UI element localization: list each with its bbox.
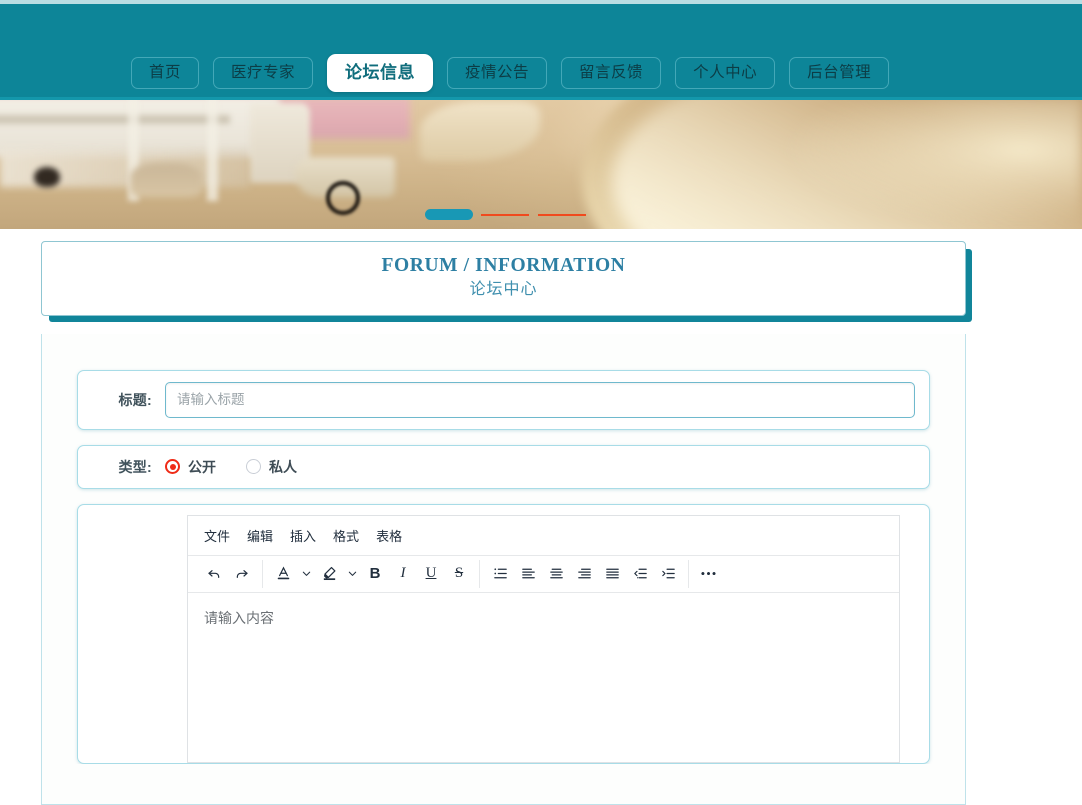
- editor-menu-file[interactable]: 文件: [198, 523, 236, 548]
- panel-bottom-spacer: [42, 763, 965, 804]
- redo-icon[interactable]: [228, 561, 256, 587]
- main-navbar: 首页 医疗专家 论坛信息 疫情公告 留言反馈 个人中心 后台管理: [0, 4, 1082, 97]
- page-body: FORUM / INFORMATION 论坛中心 标题: 类型: 公开 私人: [0, 229, 1082, 805]
- hero-banner-carousel[interactable]: [0, 97, 1082, 229]
- page-title-wrap: FORUM / INFORMATION 论坛中心: [0, 229, 1082, 316]
- carousel-dot-2[interactable]: [481, 213, 529, 216]
- forum-post-form-panel: 标题: 类型: 公开 私人 文件 编: [41, 333, 966, 805]
- underline-icon[interactable]: U: [417, 561, 445, 587]
- editor-menu-format[interactable]: 格式: [327, 523, 365, 548]
- nav-tab-epidemic-notice[interactable]: 疫情公告: [447, 56, 548, 90]
- form-row-title: 标题:: [77, 369, 930, 430]
- radio-label-private: 私人: [269, 458, 297, 475]
- content-label-spacer: [92, 515, 187, 763]
- carousel-indicator[interactable]: [425, 209, 595, 220]
- align-justify-icon[interactable]: [598, 561, 626, 587]
- radio-label-public: 公开: [188, 458, 216, 475]
- form-row-type: 类型: 公开 私人: [77, 444, 930, 489]
- editor-toolbar: B I U S •••: [188, 555, 899, 593]
- nav-tab-admin[interactable]: 后台管理: [789, 56, 890, 90]
- outdent-icon[interactable]: [626, 561, 654, 587]
- nav-tab-feedback[interactable]: 留言反馈: [561, 56, 662, 90]
- page-title-en: FORUM / INFORMATION: [381, 255, 626, 276]
- underline-glyph: U: [425, 565, 437, 582]
- carousel-dot-active[interactable]: [425, 209, 473, 220]
- align-center-icon[interactable]: [542, 561, 570, 587]
- editor-menu-edit[interactable]: 编辑: [241, 523, 279, 548]
- undo-icon[interactable]: [200, 561, 228, 587]
- align-right-icon[interactable]: [570, 561, 598, 587]
- italic-glyph: I: [400, 565, 406, 582]
- editor-menubar: 文件 编辑 插入 格式 表格: [188, 515, 899, 556]
- more-options-glyph: •••: [700, 566, 718, 582]
- italic-icon[interactable]: I: [389, 561, 417, 587]
- toolbar-group-align: [480, 559, 689, 588]
- radio-option-private[interactable]: 私人: [246, 457, 297, 477]
- form-row-content: 文件 编辑 插入 格式 表格 B I U S ••• 请输入内容: [77, 503, 930, 764]
- editor-menu-table[interactable]: 表格: [370, 523, 408, 548]
- editor-menu-insert[interactable]: 插入: [284, 523, 322, 548]
- nav-tab-list: 首页 医疗专家 论坛信息 疫情公告 留言反馈 个人中心 后台管理: [0, 49, 1082, 97]
- strikethrough-glyph: S: [454, 565, 464, 582]
- editor-content-area[interactable]: 请输入内容: [188, 592, 899, 762]
- toolbar-group-format: B I U S: [263, 559, 480, 588]
- text-color-icon[interactable]: [269, 561, 297, 587]
- more-options-icon[interactable]: •••: [695, 561, 723, 587]
- toolbar-group-history: [194, 559, 263, 588]
- carousel-dot-3[interactable]: [538, 213, 586, 216]
- bold-glyph: B: [369, 565, 381, 583]
- radio-selected-icon[interactable]: [165, 459, 180, 475]
- toolbar-group-overflow: •••: [689, 560, 729, 588]
- content-placeholder: 请输入内容: [204, 609, 274, 626]
- bold-icon[interactable]: B: [361, 561, 389, 587]
- nav-tab-forum[interactable]: 论坛信息: [327, 54, 434, 92]
- type-radio-group: 公开 私人: [165, 457, 297, 477]
- nav-tab-personal-center[interactable]: 个人中心: [675, 56, 776, 90]
- title-input[interactable]: [165, 381, 915, 418]
- page-title-cn: 论坛中心: [469, 281, 538, 299]
- chevron-down-icon[interactable]: [343, 561, 361, 587]
- radio-unselected-icon[interactable]: [246, 459, 261, 475]
- highlight-color-icon[interactable]: [315, 561, 343, 587]
- nav-tab-home[interactable]: 首页: [131, 56, 200, 90]
- radio-option-public[interactable]: 公开: [165, 457, 216, 477]
- nav-tab-experts[interactable]: 医疗专家: [213, 56, 314, 90]
- bullet-list-icon[interactable]: [486, 561, 514, 587]
- rich-text-editor[interactable]: 文件 编辑 插入 格式 表格 B I U S ••• 请输入内容: [187, 514, 900, 763]
- page-title-card: FORUM / INFORMATION 论坛中心: [41, 241, 966, 316]
- type-field-label: 类型:: [118, 458, 152, 475]
- align-left-icon[interactable]: [514, 561, 542, 587]
- title-field-label: 标题:: [118, 391, 152, 408]
- strikethrough-icon[interactable]: S: [445, 561, 473, 587]
- chevron-down-icon[interactable]: [297, 561, 315, 587]
- indent-icon[interactable]: [654, 561, 682, 587]
